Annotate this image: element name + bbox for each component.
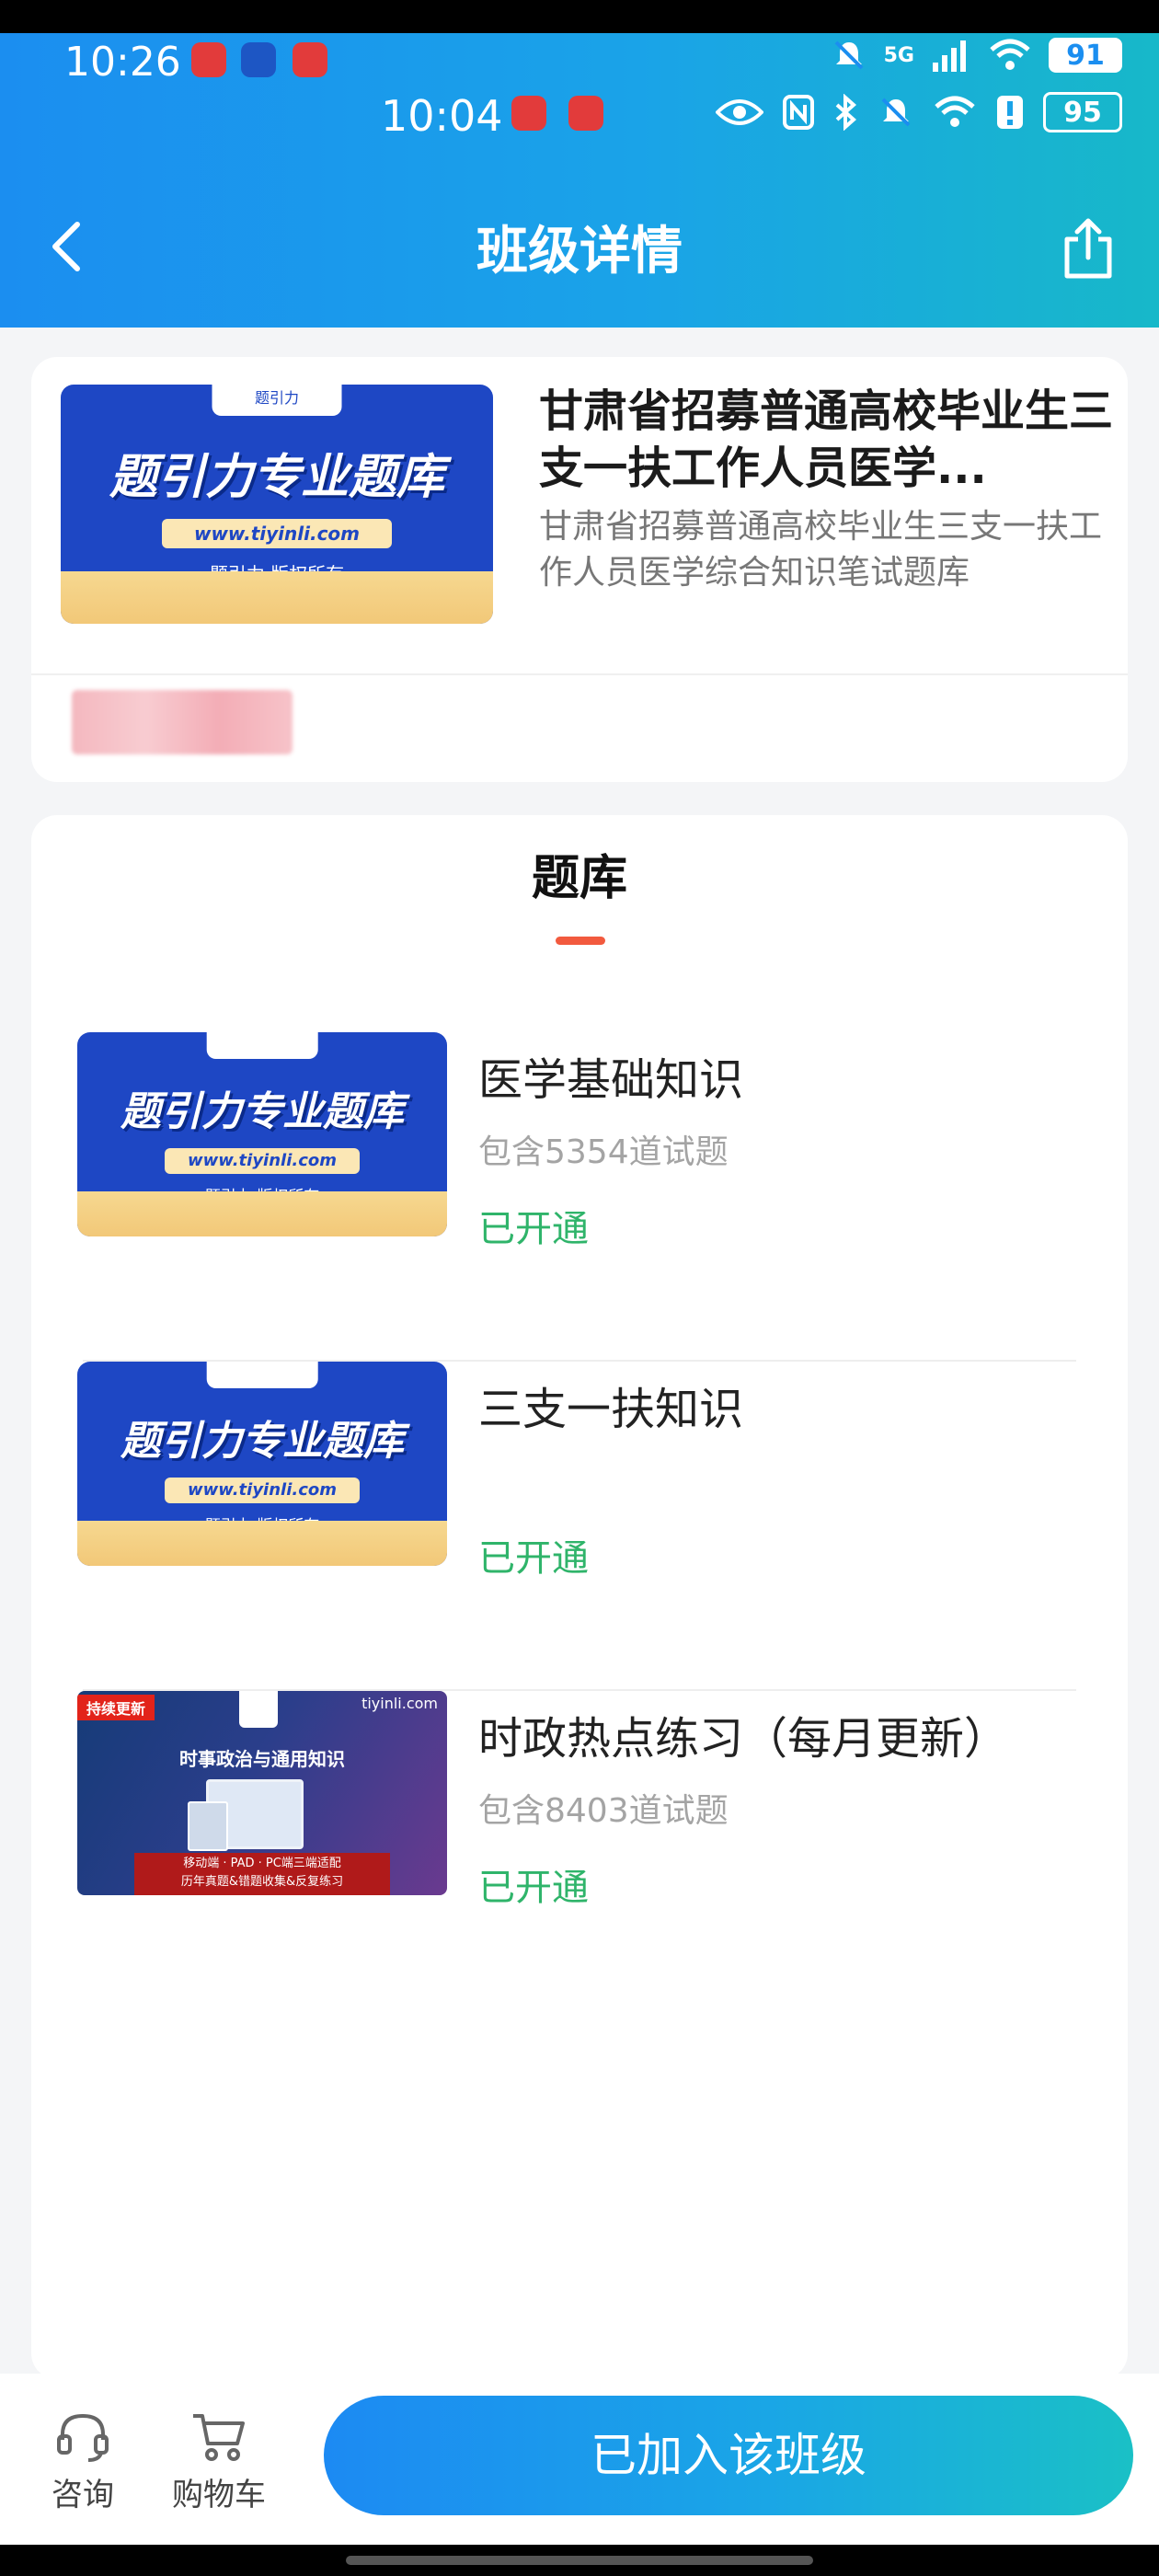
status-time-secondary: 10:04 xyxy=(381,91,503,141)
bank-item-status: 已开通 xyxy=(478,1537,589,1580)
cover-headline: 题引力专业题库 xyxy=(120,1088,404,1135)
bluetooth-icon xyxy=(835,94,857,131)
headset-icon xyxy=(57,2413,109,2462)
cover-tag xyxy=(206,1032,318,1059)
cover-footer: 移动端 · PAD · PC端三端适配 历年真题&错题收集&反复练习 xyxy=(134,1853,390,1895)
cover-footer-line: 历年真题&错题收集&反复练习 xyxy=(180,1875,344,1889)
bank-cover-image: 题引力专业题库 www.tiyinli.com 题引力 版权所有 xyxy=(77,1032,447,1236)
system-nav-bar xyxy=(0,2545,1159,2576)
bank-item-title: 时政热点练习（每月更新） xyxy=(478,1713,1009,1765)
bank-item-medical-basics[interactable]: 题引力专业题库 www.tiyinli.com 题引力 版权所有 医学基础知识 … xyxy=(31,1032,1128,1362)
consult-button[interactable]: 咨询 xyxy=(28,2410,138,2514)
cover-ribbon xyxy=(61,570,493,624)
battery-indicator: 95 xyxy=(1043,92,1122,132)
bank-cover-image: 持续更新 tiyinli.com 时事政治与通用知识 移动端 · PAD · P… xyxy=(77,1691,447,1895)
bank-item-count: 包含8403道试题 xyxy=(478,1792,729,1830)
bank-item-title: 医学基础知识 xyxy=(478,1054,744,1106)
section-heading: 题库 xyxy=(531,851,627,906)
cover-ribbon xyxy=(77,1191,447,1236)
cover-url: www.tiyinli.com xyxy=(165,1148,360,1174)
app-notification-icon xyxy=(191,42,226,77)
home-indicator[interactable] xyxy=(346,2556,813,2565)
page-title: 班级详情 xyxy=(476,222,683,282)
cart-label: 购物车 xyxy=(172,2477,266,2513)
network-label: 5G xyxy=(883,43,914,67)
mute-bell-icon xyxy=(881,98,911,127)
status-time-primary: 10:26 xyxy=(64,39,181,86)
status-strip xyxy=(0,0,1159,33)
cover-tag xyxy=(206,1362,318,1388)
cover-url: www.tiyinli.com xyxy=(165,1478,360,1503)
price-redacted xyxy=(72,690,293,754)
cover-headline: 时事政治与通用知识 xyxy=(179,1748,345,1770)
cover-headline: 题引力专业题库 xyxy=(109,450,444,505)
status-indicators-secondary: 95 xyxy=(716,92,1122,132)
cover-logo xyxy=(239,1691,278,1728)
battery-indicator: 91 xyxy=(1049,38,1122,73)
course-summary-card[interactable]: 题引力 题引力专业题库 www.tiyinli.com 题引力 版权所有 甘肃省… xyxy=(31,357,1128,782)
bottom-action-bar: 咨询 购物车 已加入该班级 xyxy=(0,2374,1159,2545)
status-indicators-primary: 5G 91 xyxy=(831,37,1122,74)
question-bank-card: 题库 题引力专业题库 www.tiyinli.com 题引力 版权所有 医学基础… xyxy=(31,815,1128,2379)
bank-item-status: 已开通 xyxy=(478,1208,589,1250)
consult-label: 咨询 xyxy=(52,2477,114,2513)
app-notification-icon xyxy=(511,96,546,131)
header-bar: 10:26 5G 91 10:04 95 班级详情 xyxy=(0,0,1159,328)
cover-ribbon xyxy=(77,1521,447,1566)
cover-tag: 题引力 xyxy=(212,385,342,416)
cover-footer-line: 移动端 · PAD · PC端三端适配 xyxy=(183,1857,341,1870)
alert-icon xyxy=(997,96,1023,129)
app-notification-icon xyxy=(241,42,276,77)
cart-icon xyxy=(193,2414,245,2461)
cover-url: www.tiyinli.com xyxy=(162,519,392,548)
device-mockup xyxy=(188,1801,228,1851)
bank-item-title: 三支一扶知识 xyxy=(478,1384,744,1435)
bank-item-sanzhi-yifu[interactable]: 题引力专业题库 www.tiyinli.com 题引力 版权所有 三支一扶知识 … xyxy=(31,1362,1128,1691)
bank-item-status: 已开通 xyxy=(478,1867,589,1909)
eye-icon xyxy=(716,99,763,125)
divider xyxy=(31,673,1128,675)
bank-cover-image: 题引力专业题库 www.tiyinli.com 题引力 版权所有 xyxy=(77,1362,447,1566)
course-cover-image: 题引力 题引力专业题库 www.tiyinli.com 题引力 版权所有 xyxy=(61,385,493,624)
app-notification-icon xyxy=(568,96,603,131)
section-underline xyxy=(556,937,605,945)
cart-button[interactable]: 购物车 xyxy=(164,2410,274,2514)
cover-site: tiyinli.com xyxy=(361,1695,438,1712)
mute-bell-icon xyxy=(834,40,864,70)
bank-item-current-affairs[interactable]: 持续更新 tiyinli.com 时事政治与通用知识 移动端 · PAD · P… xyxy=(31,1691,1128,2020)
wifi-icon xyxy=(990,39,1030,70)
cover-badge: 持续更新 xyxy=(77,1695,155,1720)
bank-item-count: 包含5354道试题 xyxy=(478,1133,729,1171)
course-title: 甘肃省招募普通高校毕业生三支一扶工作人员医学... xyxy=(539,385,1114,494)
signal-icon xyxy=(933,40,966,72)
cover-headline: 题引力专业题库 xyxy=(120,1418,404,1465)
joined-class-button[interactable]: 已加入该班级 xyxy=(324,2396,1133,2515)
app-notification-icon xyxy=(293,42,327,77)
share-icon[interactable] xyxy=(1061,217,1115,280)
wifi-icon xyxy=(935,96,975,127)
nfc-icon xyxy=(783,95,814,130)
course-subtitle: 甘肃省招募普通高校毕业生三支一扶工作人员医学综合知识笔试题库 xyxy=(539,508,1103,592)
